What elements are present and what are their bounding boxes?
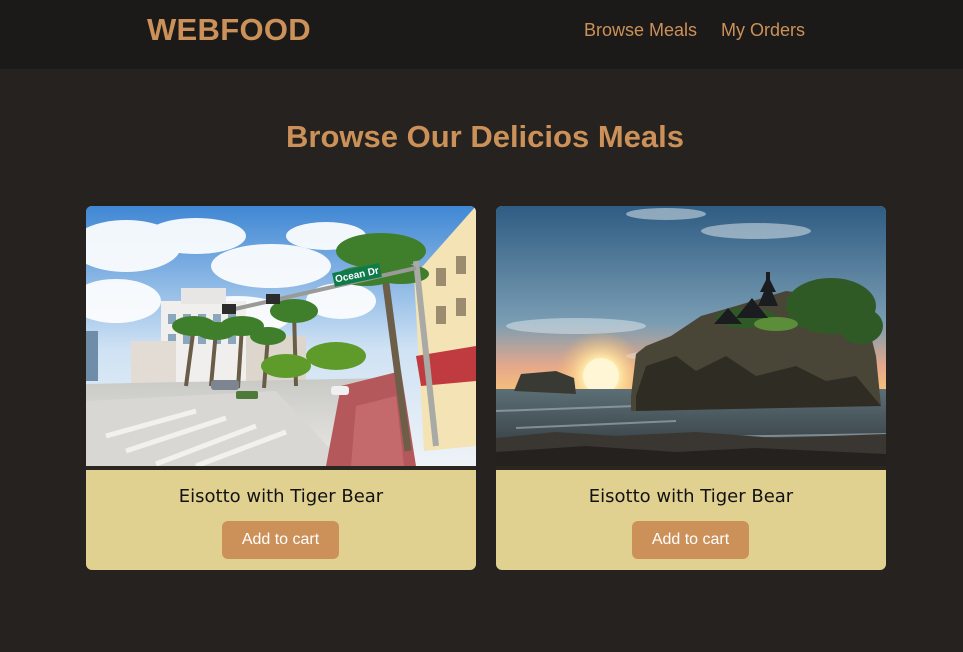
nav-my-orders[interactable]: My Orders xyxy=(721,19,805,41)
meal-image xyxy=(496,206,886,466)
meal-card: Eisotto with Tiger Bear Add to cart xyxy=(496,206,886,570)
site-logo[interactable]: WEBFOOD xyxy=(147,12,311,48)
page-title: Browse Our Delicios Meals xyxy=(286,119,684,154)
card-divider xyxy=(496,466,886,470)
meal-name: Eisotto with Tiger Bear xyxy=(588,486,794,507)
top-navbar: WEBFOOD Browse Meals My Orders xyxy=(0,0,963,69)
meal-image: Ocean Dr xyxy=(86,206,476,466)
meal-card: Ocean Dr Eisotto with Tiger Bear Add to … xyxy=(86,206,476,570)
card-divider xyxy=(86,466,476,470)
add-to-cart-button[interactable]: Add to cart xyxy=(632,521,749,559)
add-to-cart-button[interactable]: Add to cart xyxy=(222,521,339,559)
meal-name: Eisotto with Tiger Bear xyxy=(178,486,384,507)
nav-browse-meals[interactable]: Browse Meals xyxy=(584,19,697,41)
